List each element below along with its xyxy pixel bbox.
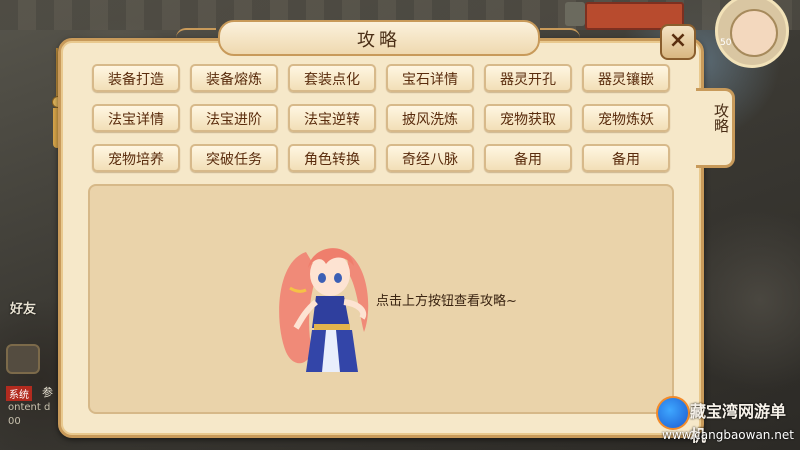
guide-button[interactable]: 备用 [484,144,572,172]
chat-channel-tag: 系统 [6,386,32,401]
tab-guide[interactable]: 攻略 [696,88,735,168]
guide-button[interactable]: 备用 [582,144,670,172]
guide-button[interactable]: 法宝详情 [92,104,180,132]
guide-button[interactable]: 装备熔炼 [190,64,278,92]
title-deco-right [540,28,580,44]
guide-button[interactable]: 法宝进阶 [190,104,278,132]
guide-button[interactable]: 宠物培养 [92,144,180,172]
guide-button[interactable]: 角色转换 [288,144,376,172]
title-deco-left [176,28,216,44]
guide-button[interactable]: 装备打造 [92,64,180,92]
chat-line-2: 00 [8,416,21,427]
tab-guide-label: 攻略 [712,103,730,133]
guide-button[interactable]: 宠物炼妖 [582,104,670,132]
dialog-title: 攻略 [357,30,401,51]
friend-label[interactable]: 好友 [10,298,36,317]
chat-line-1: ontent d [8,402,51,413]
hud-icon-left[interactable] [565,2,585,26]
chat-icon[interactable] [6,344,40,374]
title-plate: 攻略 [218,20,540,56]
watermark-url: www.cangbaowan.net [662,428,794,442]
avatar-level: 50 [720,38,732,48]
guide-button[interactable]: 宝石详情 [386,64,474,92]
guide-button[interactable]: 宠物获取 [484,104,572,132]
guide-button[interactable]: 奇经八脉 [386,144,474,172]
guide-button[interactable]: 套装点化 [288,64,376,92]
watermark-logo [656,396,690,430]
guide-button[interactable]: 器灵开孔 [484,64,572,92]
guide-hint-text: 点击上方按钮查看攻略~ [376,294,517,309]
guide-button[interactable]: 突破任务 [190,144,278,172]
guide-button[interactable]: 法宝逆转 [288,104,376,132]
guide-button[interactable]: 披风洗炼 [386,104,474,132]
close-button[interactable]: × [660,24,696,60]
chat-preview: 参 [42,386,53,399]
guide-character-illustration [279,248,369,372]
avatar-face [730,9,778,57]
guide-button[interactable]: 器灵镶嵌 [582,64,670,92]
